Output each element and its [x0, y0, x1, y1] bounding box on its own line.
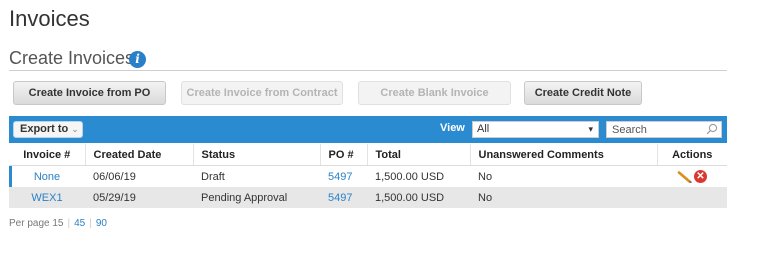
create-invoice-from-po-button[interactable]: Create Invoice from PO [13, 81, 166, 105]
table-toolbar: Export to ⌄ View All ▾ [9, 116, 727, 143]
table-row: WEX1 05/29/19 Pending Approval 5497 1,50… [9, 187, 727, 208]
actions-cell [657, 187, 727, 208]
column-header-po-number[interactable]: PO # [320, 144, 368, 166]
search-box [606, 121, 722, 138]
invoice-link[interactable]: None [34, 171, 60, 183]
comments-cell: No [470, 187, 657, 208]
column-header-total[interactable]: Total [367, 144, 471, 166]
column-header-invoice-number[interactable]: Invoice # [9, 144, 86, 166]
column-header-actions: Actions [657, 144, 727, 166]
pencil-icon[interactable] [677, 170, 693, 183]
pager-divider: | [89, 218, 92, 229]
invoice-number-cell: WEX1 [9, 187, 85, 208]
po-link[interactable]: 5497 [328, 171, 352, 183]
search-icon[interactable] [706, 123, 718, 135]
status-cell: Draft [193, 165, 320, 187]
view-select[interactable]: All ▾ [472, 121, 599, 138]
create-invoice-from-contract-button[interactable]: Create Invoice from Contract [181, 81, 343, 105]
invoice-link[interactable]: WEX1 [31, 192, 62, 204]
created-date-cell: 06/06/19 [85, 165, 193, 187]
section-title: Create Invoices [9, 48, 135, 68]
column-header-status[interactable]: Status [193, 144, 321, 166]
page-title: Invoices [9, 6, 90, 31]
status-cell: Pending Approval [193, 187, 320, 208]
column-header-unanswered-comments[interactable]: Unanswered Comments [470, 144, 658, 166]
delete-icon[interactable]: ✕ [694, 170, 707, 183]
total-cell: 1,500.00 USD [367, 165, 470, 187]
invoices-table: Invoice # Created Date Status PO # Total… [9, 144, 727, 208]
invoice-number-cell: None [9, 165, 85, 187]
actions-cell: ✕ [657, 165, 727, 187]
chevron-down-icon: ▾ [588, 124, 593, 134]
export-to-button[interactable]: Export to ⌄ [13, 121, 83, 138]
per-page-current: 15 [52, 218, 64, 229]
create-credit-note-button[interactable]: Create Credit Note [524, 81, 642, 105]
pager-divider: | [67, 218, 71, 229]
create-blank-invoice-button[interactable]: Create Blank Invoice [358, 81, 511, 105]
po-number-cell: 5497 [320, 187, 367, 208]
export-label: Export to [20, 123, 69, 135]
view-label: View [440, 122, 465, 134]
per-page-option-45[interactable]: 45 [74, 218, 85, 229]
created-date-cell: 05/29/19 [85, 187, 193, 208]
chevron-down-icon: ⌄ [71, 124, 79, 134]
comments-cell: No [470, 165, 657, 187]
search-input[interactable] [607, 122, 708, 137]
column-header-created-date[interactable]: Created Date [85, 144, 194, 166]
table-header-row: Invoice # Created Date Status PO # Total… [9, 144, 727, 166]
view-select-value: All [477, 123, 490, 135]
per-page-pager: Per page 15 | 45 | 90 [9, 218, 107, 229]
po-link[interactable]: 5497 [328, 192, 352, 204]
per-page-option-90[interactable]: 90 [96, 218, 107, 229]
total-cell: 1,500.00 USD [367, 187, 470, 208]
create-invoices-header: Create Invoices i [9, 46, 727, 71]
po-number-cell: 5497 [320, 165, 367, 187]
per-page-label: Per page [9, 218, 50, 229]
info-icon[interactable]: i [129, 51, 146, 68]
table-row: None 06/06/19 Draft 5497 1,500.00 USD No… [9, 165, 727, 187]
